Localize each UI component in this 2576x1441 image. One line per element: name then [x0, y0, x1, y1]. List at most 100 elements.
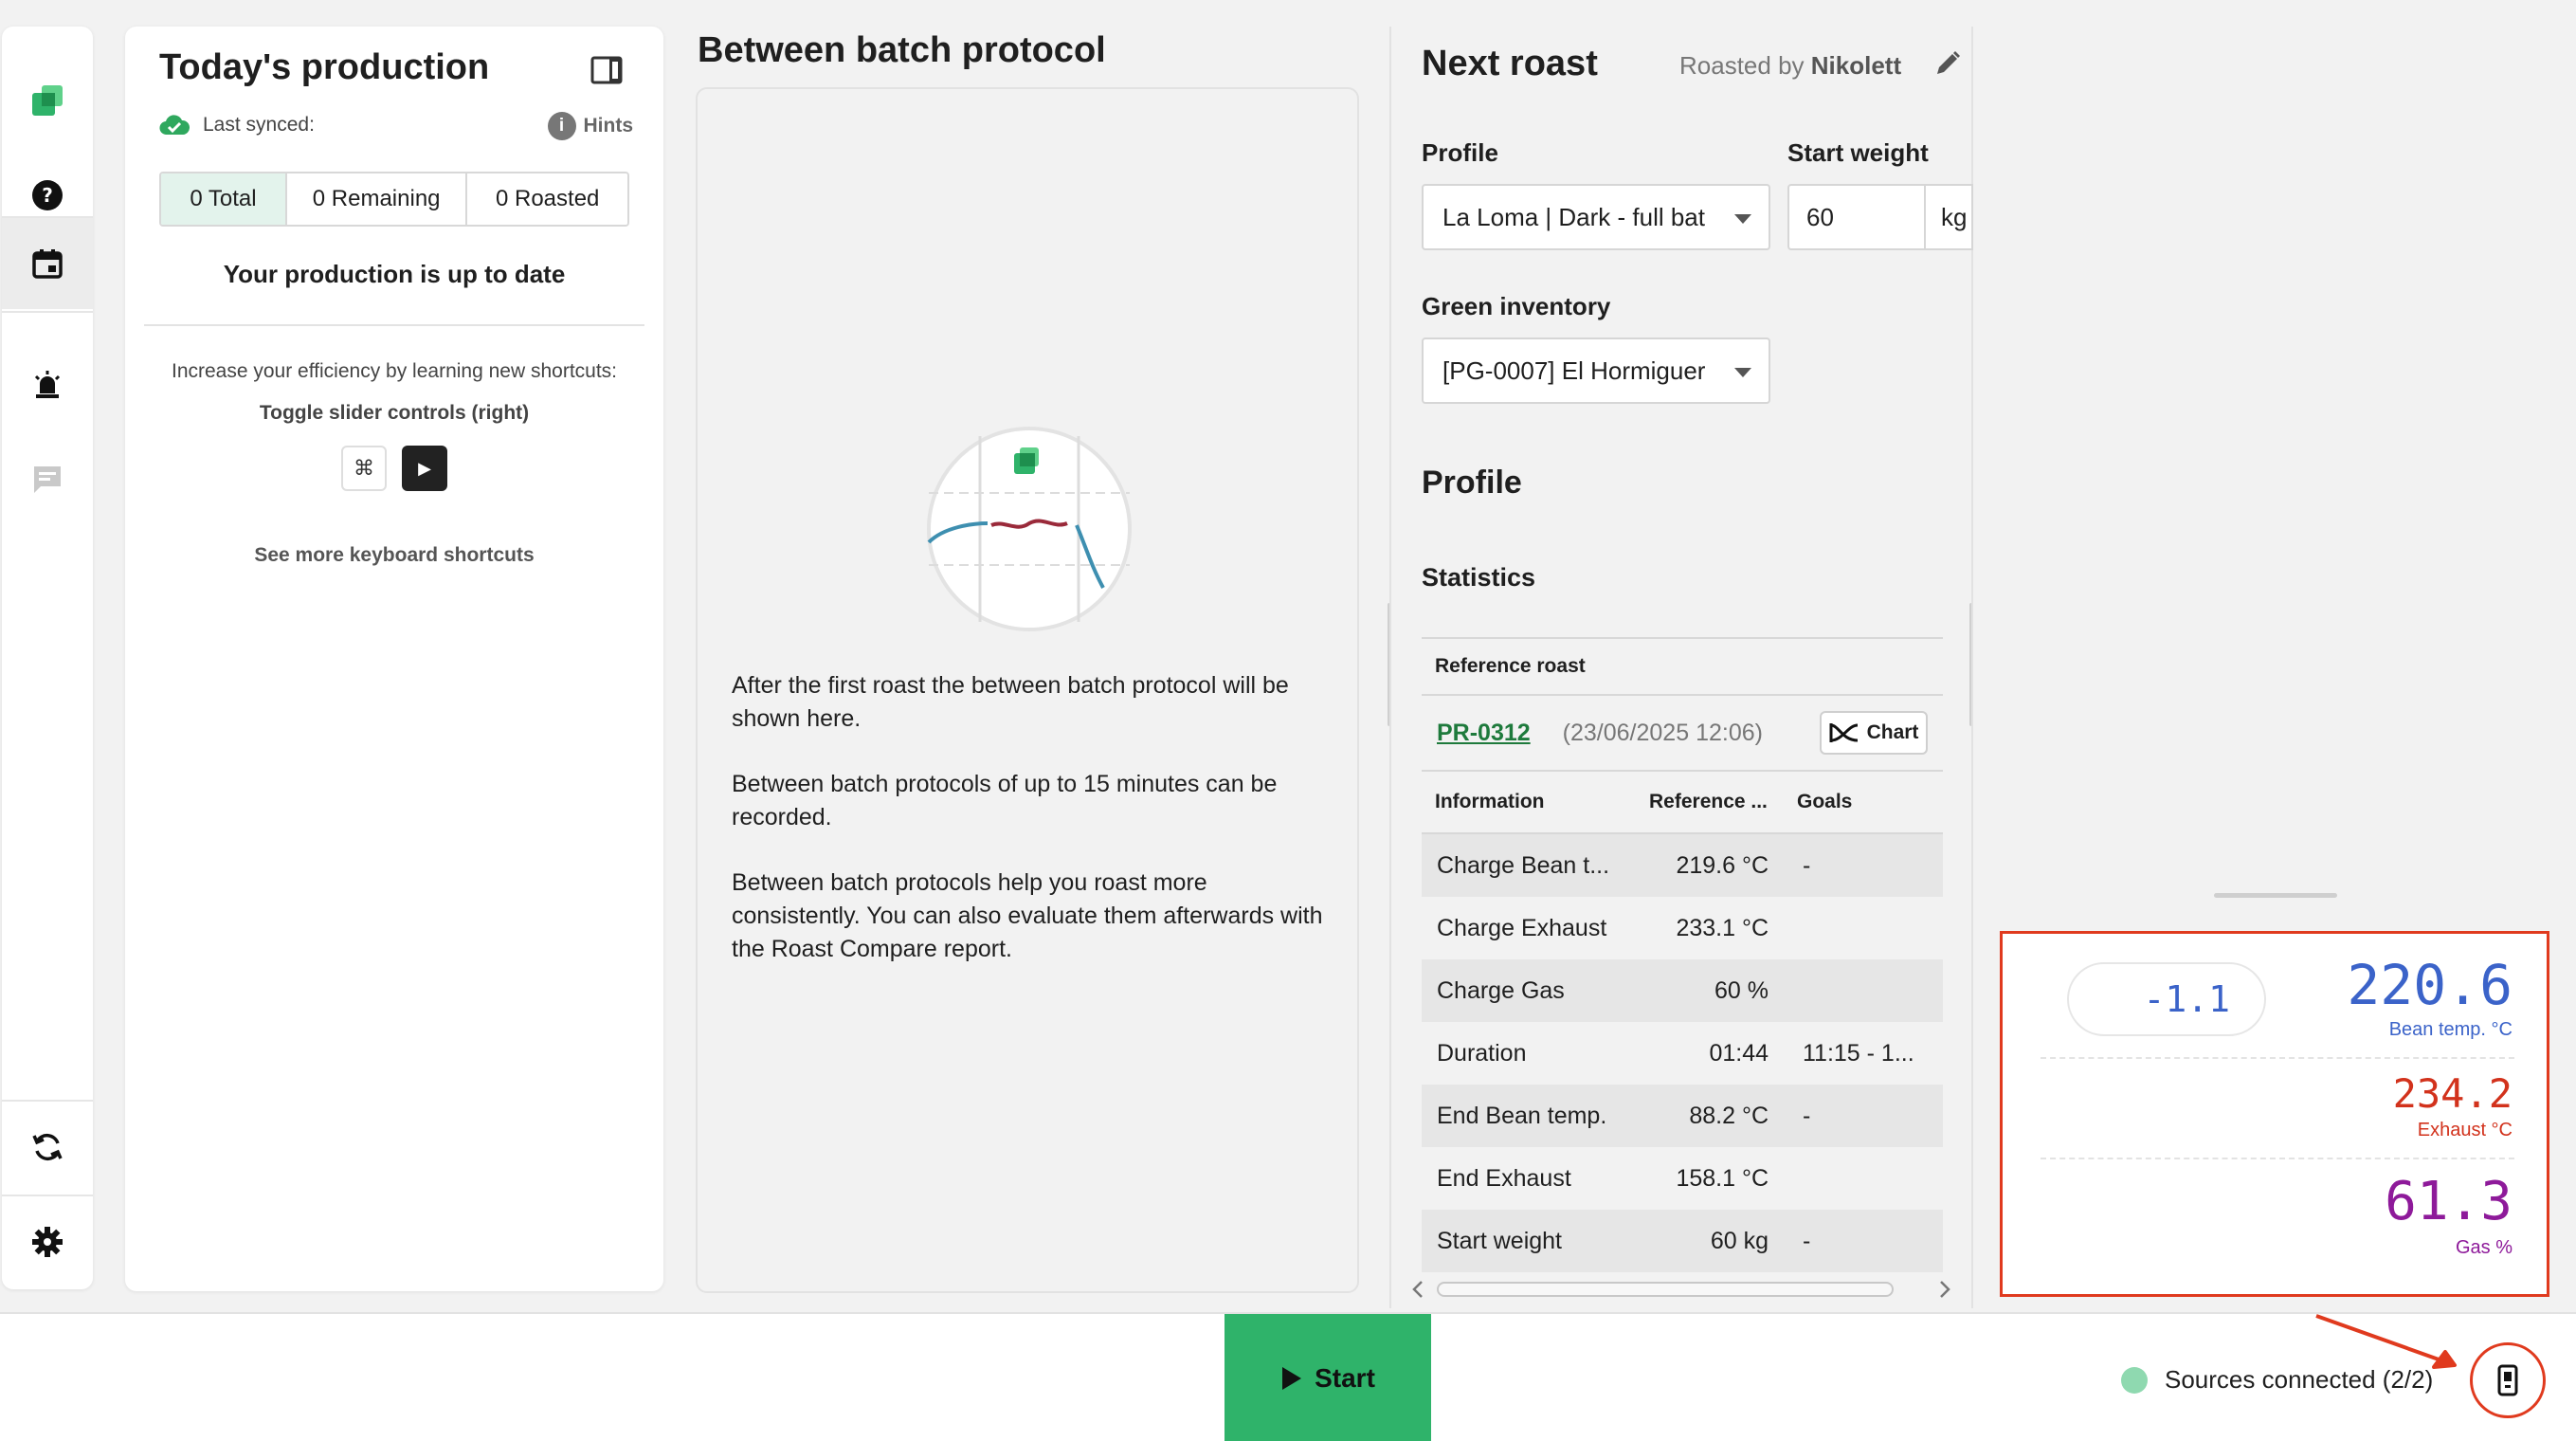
- resize-handle[interactable]: [2214, 893, 2337, 898]
- scrollbar-thumb[interactable]: [1437, 1282, 1894, 1297]
- info-cell: Duration: [1437, 1040, 1527, 1067]
- device-button[interactable]: [2470, 1342, 2546, 1418]
- roasted-by: Roasted by Nikolett: [1679, 51, 1901, 81]
- ref-cell: 01:44: [1709, 1040, 1769, 1067]
- svg-text:?: ?: [42, 184, 53, 207]
- chevron-right-icon[interactable]: [1935, 1276, 1954, 1303]
- start-button[interactable]: Start: [1225, 1314, 1431, 1441]
- table-row: Start weight 60 kg -: [1422, 1210, 1943, 1272]
- info-cell: Charge Bean t...: [1437, 852, 1610, 879]
- next-roast-title: Next roast: [1422, 44, 1598, 83]
- chevron-down-icon: [1734, 368, 1751, 377]
- table-row: End Exhaust 158.1 °C: [1422, 1147, 1943, 1210]
- exhaust-label: Exhaust °C: [2417, 1120, 2513, 1140]
- horizontal-scrollbar[interactable]: [1408, 1276, 1954, 1303]
- tab-remaining[interactable]: 0 Remaining: [286, 173, 468, 225]
- info-icon: i: [547, 112, 576, 140]
- ref-cell: 158.1 °C: [1676, 1165, 1769, 1192]
- table-header: Information Reference ... Goals: [1422, 772, 1943, 834]
- info-cell: End Bean temp.: [1437, 1103, 1607, 1129]
- last-synced-label: Last synced:: [203, 114, 315, 136]
- info-cell: Charge Exhaust: [1437, 915, 1607, 941]
- table-row: End Bean temp. 88.2 °C -: [1422, 1085, 1943, 1147]
- delta-readout[interactable]: -1.1: [2067, 962, 2266, 1036]
- tab-roasted[interactable]: 0 Roasted: [467, 173, 627, 225]
- roasted-by-prefix: Roasted by: [1679, 51, 1805, 80]
- profile-value: La Loma | Dark - full bat: [1442, 202, 1705, 231]
- goal-cell: -: [1803, 1228, 1811, 1254]
- status-dot-icon: [2121, 1366, 2148, 1394]
- command-key: ⌘: [341, 446, 387, 491]
- reference-roast-header: Reference roast: [1422, 637, 1943, 696]
- gas-value: 61.3: [2385, 1171, 2513, 1232]
- pencil-icon[interactable]: [1933, 49, 1962, 78]
- chevron-down-icon: [1734, 214, 1751, 224]
- hints-label: Hints: [583, 115, 634, 137]
- gas-label: Gas %: [2455, 1237, 2513, 1258]
- bottom-bar: Start Sources connected (2/2): [0, 1312, 2576, 1441]
- hints-button[interactable]: i Hints: [547, 112, 634, 140]
- sync-icon[interactable]: [2, 1102, 93, 1193]
- ref-cell: 233.1 °C: [1676, 915, 1769, 941]
- start-label: Start: [1315, 1363, 1375, 1393]
- divider: [144, 324, 644, 326]
- alarm-icon[interactable]: [2, 339, 93, 430]
- roaster-name: Nikolett: [1810, 51, 1902, 80]
- table-row: Charge Exhaust 233.1 °C: [1422, 897, 1943, 959]
- panel-toggle-icon[interactable]: [590, 53, 624, 87]
- goal-cell: 11:15 - 1...: [1803, 1040, 1914, 1067]
- rail-divider: [2, 311, 93, 313]
- device-icon: [2497, 1364, 2518, 1396]
- goal-cell: -: [1803, 852, 1811, 879]
- bbp-paragraph-1: After the first roast the between batch …: [732, 672, 1289, 732]
- chart-button[interactable]: Chart: [1820, 711, 1928, 755]
- ref-cell: 60 kg: [1710, 1228, 1769, 1254]
- app-logo-icon[interactable]: [2, 55, 93, 146]
- profile-heading: Profile: [1422, 465, 1522, 501]
- live-readouts: -1.1 220.6 Bean temp. °C 234.2 Exhaust °…: [2000, 931, 2549, 1297]
- bbp-title: Between batch protocol: [698, 30, 1106, 70]
- column-header: Reference ...: [1649, 791, 1768, 812]
- table-row: Charge Bean t... 219.6 °C -: [1422, 834, 1943, 897]
- bbp-paragraph-2: Between batch protocols of up to 15 minu…: [732, 771, 1278, 830]
- column-header: Information: [1435, 791, 1545, 812]
- goal-cell: -: [1803, 1103, 1811, 1129]
- shortcut-keys: ⌘ ▶: [341, 446, 447, 491]
- start-weight-label: Start weight: [1787, 138, 1929, 167]
- ref-cell: 88.2 °C: [1689, 1103, 1769, 1129]
- divider: [2041, 1158, 2514, 1159]
- arrow-key: ▶: [402, 446, 447, 491]
- chart-icon: [1829, 723, 1858, 742]
- bean-temp-value: 220.6: [2347, 953, 2513, 1017]
- production-panel: Today's production Last synced: i Hints …: [125, 27, 663, 1291]
- shortcut-name: Toggle slider controls (right): [259, 402, 530, 424]
- green-inventory-value: [PG-0007] El Hormiguer: [1442, 356, 1706, 385]
- bean-temp-label: Bean temp. °C: [2388, 1019, 2513, 1040]
- profile-label: Profile: [1422, 138, 1498, 167]
- calendar-icon[interactable]: [2, 218, 93, 309]
- info-cell: Start weight: [1437, 1228, 1563, 1254]
- ref-cell: 60 %: [1714, 977, 1769, 1004]
- column-header: Goals: [1797, 791, 1853, 812]
- chart-button-label: Chart: [1866, 721, 1919, 743]
- profile-select[interactable]: La Loma | Dark - full bat: [1422, 184, 1770, 250]
- green-inventory-label: Green inventory: [1422, 292, 1611, 320]
- divider: [2041, 1057, 2514, 1059]
- efficiency-text: Increase your efficiency by learning new…: [171, 360, 618, 382]
- bbp-panel: After the first roast the between batch …: [696, 87, 1359, 1293]
- reference-roast-link[interactable]: PR-0312: [1437, 720, 1531, 747]
- green-inventory-select[interactable]: [PG-0007] El Hormiguer: [1422, 337, 1770, 404]
- info-cell: Charge Gas: [1437, 977, 1565, 1004]
- table-row: Charge Gas 60 %: [1422, 959, 1943, 1022]
- nav-rail: ?: [2, 27, 93, 1289]
- annotation-arrow-icon: [2315, 1314, 2457, 1369]
- ref-cell: 219.6 °C: [1676, 852, 1769, 879]
- start-weight-input[interactable]: 60: [1787, 184, 1926, 250]
- chat-icon[interactable]: [2, 434, 93, 525]
- chevron-left-icon[interactable]: [1408, 1276, 1427, 1303]
- play-icon: [1282, 1367, 1302, 1390]
- reference-roast-row: PR-0312 (23/06/2025 12:06) Chart: [1422, 696, 1943, 772]
- more-shortcuts-link[interactable]: See more keyboard shortcuts: [125, 544, 663, 567]
- tab-total[interactable]: 0 Total: [161, 173, 287, 225]
- gear-icon[interactable]: [2, 1196, 93, 1287]
